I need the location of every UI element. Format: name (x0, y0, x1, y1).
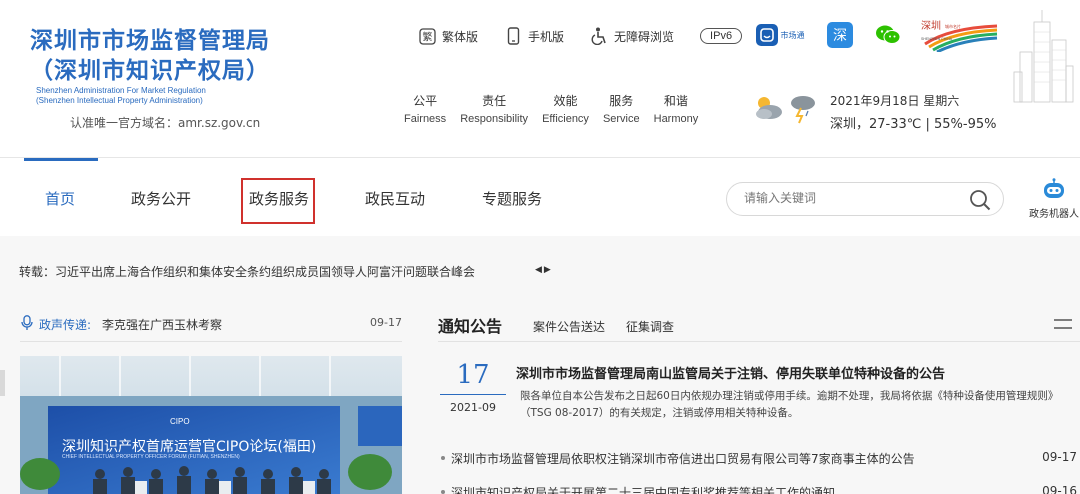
value-cn: 公平 (413, 94, 438, 108)
weather-date: 2021年9月18日 星期六 (830, 94, 960, 108)
list-item-title[interactable]: 深圳市市场监督管理局依职权注销深圳市帝信进出口贸易有限公司等7家商事主体的公告 (451, 450, 915, 467)
wechat-button[interactable] (875, 22, 901, 48)
tab-notices[interactable]: 通知公告 (438, 313, 502, 337)
search-input[interactable] (744, 191, 964, 205)
shenzhen-app-button[interactable]: 深 (827, 22, 853, 48)
left-divider (20, 341, 402, 342)
search-icon[interactable] (969, 189, 991, 211)
shenzhen-city-logo: 深圳 城市名片 SHENZHEN CHINA (919, 18, 999, 54)
featured-date-divider (440, 394, 506, 395)
value-service: 服务 Service (603, 92, 640, 128)
top-links: 繁 繁体版 手机版 无障碍浏览 IPv6 (418, 24, 743, 48)
list-item[interactable]: 深圳市知识产权局关于开展第二十三届中国专利奖推荐等相关工作的通知 09-16 (441, 484, 1077, 494)
bullet-icon (441, 456, 445, 460)
svg-text:城市名片: 城市名片 (945, 23, 961, 29)
tab-surveys[interactable]: 征集调查 (626, 318, 674, 335)
menu-icon[interactable] (1054, 318, 1072, 330)
wechat-icon (876, 25, 901, 44)
value-cn: 服务 (609, 94, 634, 108)
nav-special-services[interactable]: 专题服务 (482, 188, 542, 209)
nav-government-affairs-open[interactable]: 政务公开 (131, 188, 191, 209)
thunderstorm-icon (791, 96, 815, 124)
i-shenzhen-app-icon (755, 24, 778, 46)
weather-detail: 深圳，27-33℃ | 55%-95% (830, 117, 997, 132)
news-ticker[interactable]: 转载：习近平出席上海合作组织和集体安全条约组织成员国领导人阿富汗问题联合峰会 (19, 263, 475, 280)
traditional-chinese-link[interactable]: 繁 繁体版 (418, 27, 478, 45)
value-fairness: 公平 Fairness (404, 92, 446, 128)
value-en: Fairness (404, 113, 447, 125)
featured-notice-description: 限各单位自本公告发布之日起60日内依规办理注销或停用手续。逾期不处理，我局将依据… (520, 390, 1059, 419)
i-shenzhen-app-label: 市场通 (780, 30, 805, 40)
gov-news-date: 09-17 (370, 316, 402, 329)
site-header: 深圳市市场监督管理局 （深圳市知识产权局） Shenzhen Administr… (0, 0, 1080, 158)
traditional-chinese-icon: 繁 (418, 27, 436, 45)
app-icons: 市场通 深 深圳 城市名片 SHENZHEN CHINA (755, 18, 999, 54)
tab-case-announcements[interactable]: 案件公告送达 (533, 318, 605, 335)
featured-day: 17 (456, 360, 490, 390)
gov-news-row[interactable]: 政声传递: 李克强在广西玉林考察 09-17 (20, 314, 402, 334)
value-en: Efficiency (542, 113, 589, 125)
svg-text:深圳: 深圳 (921, 20, 941, 32)
nav-highlight-box (241, 178, 315, 224)
accessibility-link[interactable]: 无障碍浏览 (590, 27, 674, 45)
bullet-icon (441, 490, 445, 494)
list-item[interactable]: 深圳市市场监督管理局依职权注销深圳市帝信进出口贸易有限公司等7家商事主体的公告 … (441, 450, 1077, 468)
cloudy-sun-icon (756, 97, 782, 119)
value-en: Responsibility (460, 113, 529, 125)
svg-text:SHENZHEN CHINA: SHENZHEN CHINA (921, 37, 953, 41)
microphone-icon (21, 315, 33, 330)
core-values: 公平 Fairness 责任 Responsibility 效能 Efficiency… (404, 92, 712, 128)
i-shenzhen-app-button[interactable]: 市场通 (755, 22, 805, 48)
shenzhen-app-icon: 深 (833, 28, 847, 44)
ipv6-badge[interactable]: IPv6 (700, 28, 743, 44)
accessibility-icon (590, 27, 608, 45)
nav-citizen-interaction[interactable]: 政民互动 (365, 188, 425, 209)
main-nav: 首页 政务公开 政务服务 政民互动 专题服务 政务机器人 (0, 158, 1080, 236)
mobile-version-link[interactable]: 手机版 (504, 27, 564, 45)
nav-home[interactable]: 首页 (45, 188, 75, 209)
featured-notice-title[interactable]: 深圳市市场监督管理局南山监管局关于注销、停用失联单位特种设备的公告 (516, 363, 945, 382)
gov-news-text[interactable]: 李克强在广西玉林考察 (102, 316, 222, 333)
list-item-title[interactable]: 深圳市知识产权局关于开展第二十三届中国专利奖推荐等相关工作的通知 (451, 484, 835, 494)
left-scroll-handle[interactable] (0, 370, 5, 396)
gov-news-label: 政声传递: (39, 318, 92, 332)
site-title-english-line2: (Shenzhen Intellectual Property Administ… (36, 96, 203, 105)
featured-date: 17 2021-09 (440, 360, 506, 414)
robot-label: 政务机器人 (1029, 209, 1079, 220)
weather-icons (752, 90, 822, 126)
featured-year-month: 2021-09 (450, 401, 496, 414)
value-cn: 效能 (553, 94, 578, 108)
gov-robot-button[interactable]: 政务机器人 (1028, 178, 1080, 220)
mobile-version-label: 手机版 (528, 29, 565, 44)
site-title[interactable]: 深圳市市场监督管理局 （深圳市知识产权局） (30, 26, 270, 86)
search-box (726, 182, 1004, 216)
nav-active-indicator (24, 158, 98, 161)
value-en: Service (602, 113, 640, 125)
svg-text:繁: 繁 (422, 30, 432, 43)
city-building-illustration (1012, 8, 1074, 104)
value-en: Harmony (653, 113, 699, 125)
value-harmony: 和谐 Harmony (654, 92, 699, 128)
right-divider (438, 341, 1080, 342)
value-cn: 责任 (482, 94, 507, 108)
list-item-date: 09-16 (1042, 484, 1077, 494)
site-title-line1: 深圳市市场监督管理局 (30, 28, 270, 54)
mobile-phone-icon (504, 27, 522, 45)
site-title-line2: （深圳市知识产权局） (30, 58, 270, 84)
official-domain-label: 认准唯一官方域名：amr.sz.gov.cn (70, 116, 261, 130)
accessibility-label: 无障碍浏览 (614, 29, 675, 44)
value-responsibility: 责任 Responsibility (460, 92, 528, 128)
value-efficiency: 效能 Efficiency (542, 92, 589, 128)
forum-photo[interactable]: CIPO 深圳知识产权首席运营官CIPO论坛(福田) CHIEF INTELLE… (20, 356, 402, 494)
site-title-english-line1: Shenzhen Administration For Market Regul… (36, 86, 206, 95)
ticker-arrows[interactable]: ◀▶ (535, 265, 553, 275)
robot-icon (1044, 178, 1064, 198)
site-title-english: Shenzhen Administration For Market Regul… (36, 86, 206, 106)
forum-attendees (20, 454, 392, 494)
traditional-chinese-label: 繁体版 (442, 29, 479, 44)
list-item-date: 09-17 (1042, 450, 1077, 464)
value-cn: 和谐 (663, 94, 688, 108)
